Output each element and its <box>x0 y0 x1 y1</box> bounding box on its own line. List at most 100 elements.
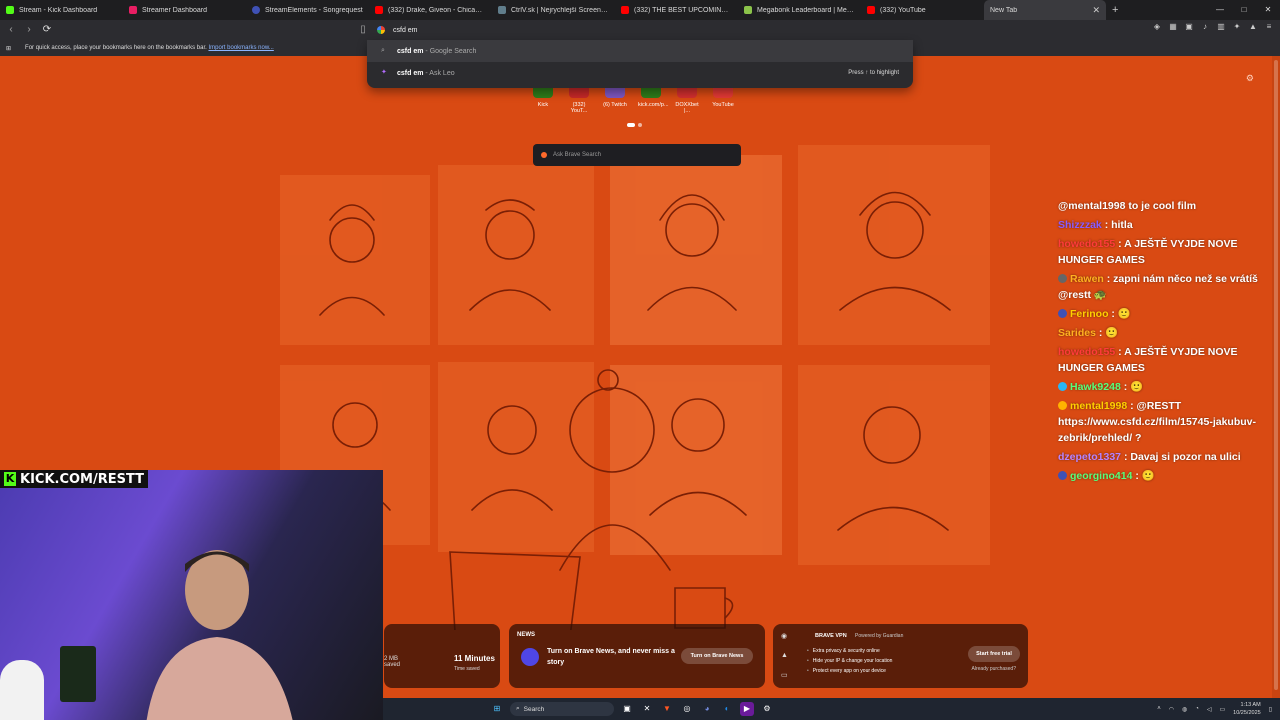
apps-grid-icon[interactable]: ⊞ <box>6 45 11 52</box>
chat-message: Hawk9248 : 🙂 <box>1058 379 1258 395</box>
chat-message: Rawen : zapni nám něco než se vrátíš @re… <box>1058 273 1258 301</box>
brave-search-placeholder: Ask Brave Search <box>553 152 602 158</box>
customize-gear-icon[interactable]: ⚙ <box>1246 73 1254 84</box>
top-site-twitch[interactable]: (6) Twitch <box>602 84 628 114</box>
network-icon[interactable]: ◠ <box>1169 706 1174 713</box>
megabonk-icon <box>744 6 752 14</box>
tab-new-tab[interactable]: New Tab ✕ <box>984 0 1106 20</box>
streamer-app-icon[interactable]: ▶ <box>740 702 754 716</box>
music-icon[interactable]: ♪ <box>1200 22 1210 32</box>
time-saved-value: 11 Minutes <box>454 654 495 663</box>
kick-logo-icon: K <box>4 472 16 486</box>
tab-kick-dashboard[interactable]: Stream - Kick Dashboard <box>0 0 123 20</box>
system-tray: ˄ ◠ ◍ ◔ ◁ ▭ 1:13 AM 10/25/2025 ▯ <box>1157 698 1272 720</box>
toolbar-actions: ◈ ▦ ▣ ♪ ▥ ✦ ▲ ≡ <box>1152 22 1274 32</box>
user-badge-icon <box>1058 401 1067 410</box>
vpn-location-icon: ◉ <box>781 633 788 640</box>
address-input[interactable]: csfd em <box>393 27 418 34</box>
edge-icon[interactable]: ◐ <box>720 702 734 716</box>
top-site-youtube-332[interactable]: (332) YouT... <box>566 84 592 114</box>
wallet-icon[interactable]: ▣ <box>1184 22 1194 32</box>
close-window-button[interactable]: ✕ <box>1256 0 1280 20</box>
user-badge-icon <box>1058 382 1067 391</box>
clock[interactable]: 1:13 AM 10/25/2025 <box>1233 701 1261 717</box>
streamer-video <box>146 550 293 720</box>
kick-channel-badge: K KICK.COM/RESTT <box>0 470 149 488</box>
new-tab-plus-icon[interactable]: + <box>1106 4 1124 16</box>
leo-icon: ✦ <box>381 69 387 76</box>
forward-icon[interactable]: › <box>22 23 36 37</box>
chat-message: Shizzzak : hitla <box>1058 219 1133 231</box>
obs-icon[interactable]: ◎ <box>680 702 694 716</box>
brave-rewards-icon[interactable]: ▲ <box>1248 22 1258 32</box>
streamelements-icon <box>252 6 260 14</box>
top-site-kick[interactable]: Kick <box>530 84 556 114</box>
extensions-icon[interactable]: ▦ <box>1168 22 1178 32</box>
back-icon[interactable]: ‹ <box>4 23 18 37</box>
news-icon <box>521 648 539 666</box>
minimize-button[interactable]: — <box>1208 0 1232 20</box>
chat-message: Ferinoo : 🙂 <box>1058 306 1258 322</box>
address-bar[interactable]: csfd em <box>367 22 913 38</box>
mic-icon[interactable]: ◍ <box>1182 706 1187 713</box>
brave-search-box[interactable]: Ask Brave Search <box>533 144 741 166</box>
discord-icon[interactable]: ◕ <box>700 702 714 716</box>
chat-message: howedo155 : A JEŠTĚ VYJDE NOVE HUNGER GA… <box>1058 238 1238 266</box>
tab-streamer-dashboard[interactable]: Streamer Dashboard <box>123 0 246 20</box>
monster-can-icon <box>60 646 96 702</box>
tab-ctrlv[interactable]: CtrlV.sk | Nejrychlejší ScreenShot a Prt <box>492 0 615 20</box>
vpn-feature-list: Extra privacy & security online Hide you… <box>807 646 893 676</box>
topsites-pagination[interactable] <box>627 123 642 127</box>
volume-icon[interactable]: ◁ <box>1207 706 1212 713</box>
shields-icon[interactable]: ◈ <box>1152 22 1162 32</box>
chat-message: dzepeto1337 : Davaj si pozor na ulici <box>1058 451 1241 463</box>
maximize-button[interactable]: □ <box>1232 0 1256 20</box>
vpn-device-icon: ▭ <box>781 672 788 679</box>
menu-icon[interactable]: ≡ <box>1264 22 1274 32</box>
leo-icon[interactable]: ✦ <box>1232 22 1242 32</box>
task-view-icon[interactable]: ▣ <box>620 702 634 716</box>
brave-search-icon <box>541 152 547 158</box>
battery-icon[interactable]: ▭ <box>1219 706 1225 713</box>
settings-icon[interactable]: ⚙ <box>760 702 774 716</box>
suggestion-ask-leo[interactable]: ✦ csfd em - Ask Leo Press ↑ to highlight <box>367 62 913 84</box>
top-sites: Kick (332) YouT... (6) Twitch kick.com/p… <box>530 84 736 114</box>
user-badge-icon <box>1058 309 1067 318</box>
tray-expand-icon[interactable]: ˄ <box>1157 706 1161 712</box>
webcam-overlay <box>0 470 383 720</box>
page-scrollbar[interactable] <box>1272 56 1280 698</box>
brave-icon[interactable]: ▼ <box>660 702 674 716</box>
ctrlv-icon <box>498 6 506 14</box>
start-free-trial-button[interactable]: Start free trial <box>968 646 1020 662</box>
taskbar-search[interactable]: ⌕ Search <box>510 702 614 716</box>
top-site-doxxbet[interactable]: DOXXbet |... <box>674 84 700 114</box>
sidebar-icon[interactable]: ▥ <box>1216 22 1226 32</box>
chat-message: mental1998 : @RESTT https://www.csfd.cz/… <box>1058 400 1256 444</box>
kick-icon <box>6 6 14 14</box>
close-tab-icon[interactable]: ✕ <box>1092 5 1100 16</box>
import-bookmarks-link[interactable]: Import bookmarks now... <box>208 45 273 51</box>
window-controls: — □ ✕ <box>1208 0 1280 20</box>
xbox-icon[interactable]: ✕ <box>640 702 654 716</box>
google-icon <box>377 26 385 34</box>
chat-message: howedo155 : A JEŠTĚ VYJDE NOVE HUNGER GA… <box>1058 346 1238 374</box>
stats-card: 2 MB saved 11 Minutes Time saved <box>384 624 500 688</box>
vpn-card: ◉ ▲ ▭ BRAVE VPN Powered by Guardian Extr… <box>773 624 1028 688</box>
youtube-icon <box>375 6 383 14</box>
turn-on-news-button[interactable]: Turn on Brave News <box>681 648 753 664</box>
reload-icon[interactable]: ⟳ <box>40 23 54 37</box>
wifi-icon[interactable]: ◔ <box>1195 706 1199 712</box>
already-purchased-link[interactable]: Already purchased? <box>972 666 1016 672</box>
tab-streamelements[interactable]: StreamElements - Songrequest <box>246 0 369 20</box>
tab-megabonk[interactable]: Megabonk Leaderboard | Megabonk <box>738 0 861 20</box>
windows-start-icon[interactable]: ⊞ <box>490 702 504 716</box>
tab-youtube[interactable]: (332) YouTube <box>861 0 984 20</box>
tab-youtube-movies[interactable]: (332) THE BEST UPCOMING MOVIES <box>615 0 738 20</box>
user-badge-icon <box>1058 471 1067 480</box>
top-site-youtube[interactable]: YouTube <box>710 84 736 114</box>
user-badge-icon <box>1058 274 1067 283</box>
notifications-icon[interactable]: ▯ <box>1269 706 1272 713</box>
suggestion-google[interactable]: ⌕ csfd em - Google Search <box>367 40 913 62</box>
tab-youtube-drake[interactable]: (332) Drake, Giveon - Chicago Freestyle <box>369 0 492 20</box>
top-site-kick-profile[interactable]: kick.com/p... <box>638 84 669 114</box>
